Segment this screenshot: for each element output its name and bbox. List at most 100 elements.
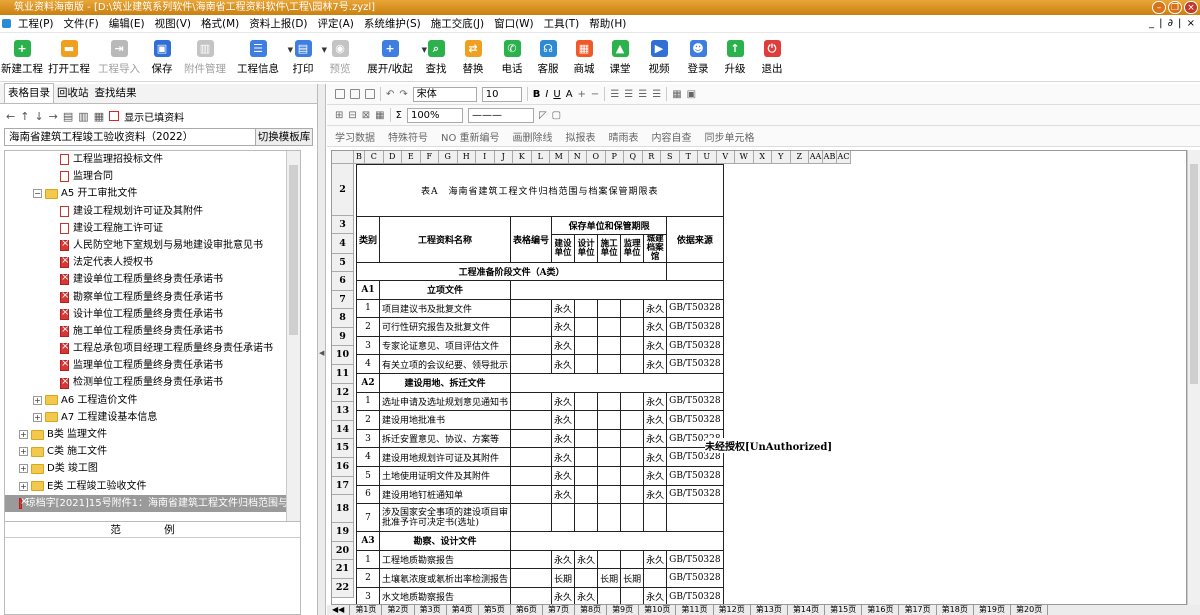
row-code[interactable] — [510, 428, 553, 449]
row-header[interactable]: 11 — [332, 365, 354, 384]
cell-jianshe[interactable]: 永久 — [551, 410, 576, 430]
row-code[interactable] — [510, 586, 553, 604]
row-code[interactable] — [510, 568, 553, 588]
expander-icon[interactable]: − — [33, 189, 42, 199]
sheet-tab-1[interactable]: 第2页 — [382, 605, 415, 615]
cell-chengjian[interactable]: 永久 — [643, 484, 668, 505]
cell-jianshe[interactable]: 永久 — [551, 354, 576, 374]
cell-shigong[interactable] — [597, 465, 622, 486]
cell-source[interactable]: GB/T50328 — [666, 335, 724, 356]
column-header[interactable]: AC — [837, 151, 851, 164]
cell-shigong[interactable] — [597, 354, 622, 374]
toolbar-button-17[interactable]: ↑ 升级 — [716, 34, 754, 82]
cell-jianli[interactable] — [620, 447, 645, 467]
tree-node[interactable]: 勘察单位工程质量终身责任承诺书 — [5, 289, 288, 306]
row-code[interactable] — [510, 484, 553, 505]
cell-shigong[interactable] — [597, 503, 622, 533]
cell-chengjian[interactable]: 永久 — [643, 317, 668, 337]
column-header[interactable]: K — [513, 151, 532, 164]
cell-source[interactable]: GB/T50328 — [666, 549, 724, 570]
cell-chengjian[interactable]: 永久 — [643, 335, 668, 356]
cell-chengjian[interactable] — [643, 503, 668, 533]
column-header[interactable]: W — [735, 151, 754, 164]
tree-node[interactable]: 建设工程施工许可证 — [5, 220, 288, 237]
column-header[interactable]: U — [698, 151, 717, 164]
column-header[interactable]: O — [587, 151, 606, 164]
sheet-tab-5[interactable]: 第6页 — [511, 605, 543, 615]
lock-icon[interactable]: ▦ — [375, 110, 384, 121]
cell[interactable] — [510, 280, 724, 300]
menu-item-10[interactable]: 工具(T) — [539, 15, 585, 33]
tool-button-3[interactable]: 画删除线 — [513, 129, 553, 144]
cell-source[interactable]: GB/T50328 — [666, 465, 724, 486]
cell-sheji[interactable] — [574, 568, 599, 588]
sheet-tab-17[interactable]: 第18页 — [937, 605, 974, 615]
group-code[interactable]: A3 — [355, 531, 381, 551]
menu-item-2[interactable]: 编辑(E) — [104, 15, 150, 33]
menu-item-11[interactable]: 帮助(H) — [584, 15, 631, 33]
column-header[interactable]: B — [354, 151, 365, 164]
cell-chengjian[interactable]: 永久 — [643, 428, 668, 449]
row-code[interactable] — [510, 503, 553, 533]
cell-source[interactable]: GB/T50328 — [666, 586, 724, 604]
row-code[interactable] — [510, 465, 553, 486]
row-index[interactable]: 2 — [355, 568, 381, 588]
row-index[interactable]: 2 — [355, 317, 381, 337]
row-index[interactable]: 7 — [355, 503, 381, 533]
font-size-select[interactable]: 10 — [481, 86, 522, 102]
column-header[interactable]: L — [531, 151, 550, 164]
cell-jianli[interactable] — [620, 354, 645, 374]
cell-sheji[interactable] — [574, 335, 599, 356]
sheet-tab-13[interactable]: 第14页 — [788, 605, 826, 615]
template-name[interactable]: 海南省建筑工程竣工验收资料（2022） — [4, 128, 256, 146]
group-code[interactable]: A1 — [355, 280, 381, 300]
column-header[interactable]: D — [383, 151, 402, 164]
row-header[interactable]: 6 — [332, 272, 354, 291]
cell-jianshe[interactable]: 永久 — [551, 428, 576, 449]
switch-template-button[interactable]: 切换模板库 — [256, 128, 313, 146]
expander-icon[interactable]: + — [19, 464, 28, 474]
menu-item-7[interactable]: 系统维护(S) — [359, 15, 426, 33]
column-header[interactable]: J — [494, 151, 513, 164]
cell-jianshe[interactable]: 永久 — [551, 484, 576, 505]
toolbar-button-13[interactable]: ▦ 商城 — [566, 34, 602, 82]
row-index[interactable]: 3 — [355, 586, 381, 604]
corner-cell[interactable] — [332, 151, 354, 164]
tree-node[interactable]: 人民防空地下室规划与易地建设审批意见书 — [5, 237, 288, 254]
arrow-up-icon[interactable]: ↑ — [20, 110, 29, 123]
cell-chengjian[interactable]: 永久 — [643, 447, 668, 467]
menu-item-0[interactable]: 工程(P) — [13, 15, 59, 33]
menu-item-5[interactable]: 资料上报(D) — [244, 15, 312, 33]
column-header[interactable]: Z — [790, 151, 809, 164]
cell-jianli[interactable] — [620, 335, 645, 356]
tree-node[interactable]: 法定代表人授权书 — [5, 254, 288, 271]
row-name[interactable]: 水文地质勘察报告 — [379, 586, 512, 604]
row-name[interactable]: 涉及国家安全事项的建设项目审批准予许可决定书(选址) — [379, 503, 512, 533]
cell-chengjian[interactable]: 永久 — [643, 354, 668, 374]
sheet-tab-9[interactable]: 第10页 — [639, 605, 677, 615]
column-header[interactable]: N — [568, 151, 587, 164]
list-icon[interactable]: ▤ — [63, 110, 73, 123]
expander-icon[interactable]: + — [19, 447, 28, 457]
cell-sheji[interactable]: 永久 — [574, 586, 599, 604]
tree-node[interactable]: + D类 竣工图 — [5, 460, 288, 477]
sheet-tab-19[interactable]: 第20页 — [1011, 605, 1049, 615]
column-header[interactable]: S — [661, 151, 680, 164]
section-title[interactable]: 工程准备阶段文件（A类） — [355, 262, 668, 281]
cell-chengjian[interactable]: 永久 — [643, 465, 668, 486]
tool-button-1[interactable]: 特殊符号 — [388, 129, 428, 144]
row-index[interactable]: 4 — [355, 447, 381, 467]
delete-icon[interactable]: ⊠ — [362, 110, 370, 121]
toolbar-button-10[interactable]: ⇄ 替换 — [452, 34, 494, 82]
toolbar-button-14[interactable]: ▲ 课堂 — [602, 34, 638, 82]
merge-icon[interactable]: ▣ — [687, 89, 696, 100]
group-name[interactable]: 建设用地、拆迁文件 — [379, 372, 512, 393]
header-unit-3[interactable]: 监理单位 — [620, 234, 645, 263]
row-name[interactable]: 工程地质勘察报告 — [379, 549, 512, 570]
tool-button-0[interactable]: 学习数据 — [335, 129, 375, 144]
font-color-icon[interactable]: A — [566, 89, 573, 100]
cell-jianli[interactable] — [620, 298, 645, 319]
sheet-tab-8[interactable]: 第9页 — [607, 605, 640, 615]
tree-node[interactable]: + A7 工程建设基本信息 — [5, 409, 288, 426]
cell-sheji[interactable] — [574, 428, 599, 449]
